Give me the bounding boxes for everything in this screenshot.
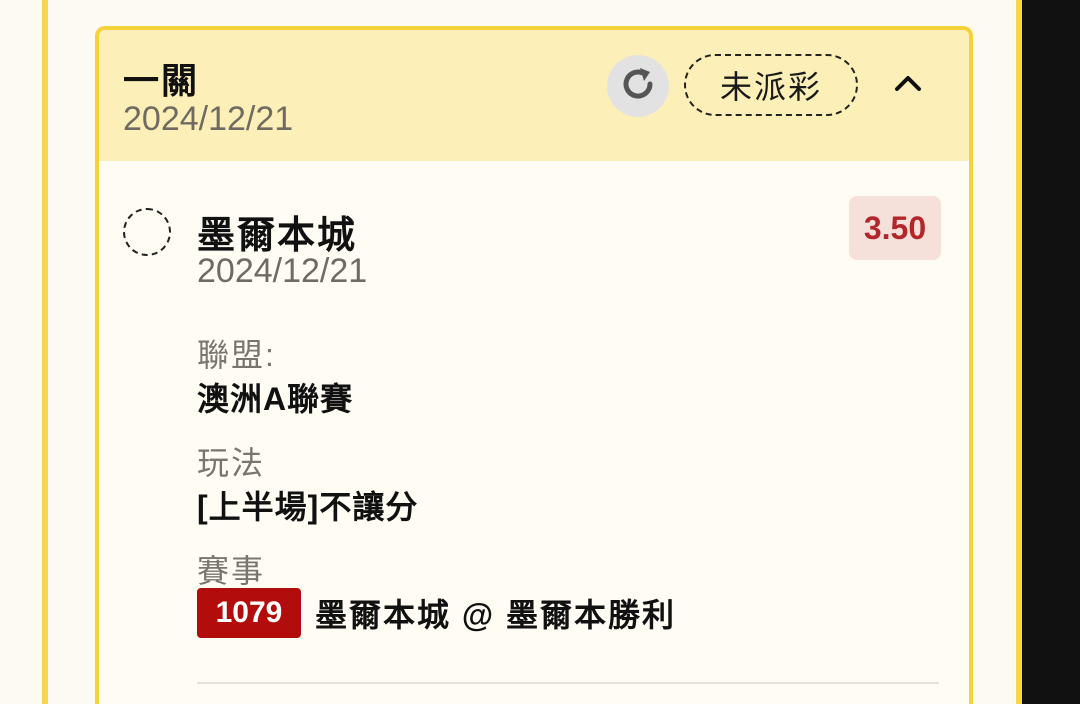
screen-edge (1022, 0, 1080, 704)
selection-status-circle (123, 208, 171, 256)
divider (197, 682, 939, 684)
bet-date: 2024/12/21 (123, 100, 294, 138)
play-type-label: 玩法 (197, 445, 266, 481)
match-teams: 墨爾本城 @ 墨爾本勝利 (315, 597, 676, 633)
bet-card: 一關 2024/12/21 未派彩 墨爾本城 2024/12/21 3.50 聯… (95, 26, 973, 704)
outer-frame-border-left (42, 0, 48, 704)
match-id-badge: 1079 (197, 588, 301, 638)
collapse-button[interactable] (889, 66, 927, 104)
refresh-icon (616, 62, 660, 111)
bet-card-header[interactable]: 一關 2024/12/21 未派彩 (99, 30, 969, 161)
play-type-value: [上半場]不讓分 (197, 489, 419, 525)
bet-type-title: 一關 (123, 60, 200, 101)
refresh-button[interactable] (607, 55, 669, 117)
odds-badge: 3.50 (849, 196, 941, 260)
league-label: 聯盟: (197, 337, 276, 373)
league-value: 澳洲A聯賽 (197, 381, 354, 417)
payout-status-badge: 未派彩 (684, 54, 858, 116)
chevron-up-icon (893, 73, 923, 98)
match-label: 賽事 (197, 553, 266, 589)
selection-date: 2024/12/21 (197, 252, 368, 290)
outer-frame-left (0, 0, 44, 704)
page: 一關 2024/12/21 未派彩 墨爾本城 2024/12/21 3.50 聯… (0, 0, 1080, 704)
match-row: 1079 墨爾本城 @ 墨爾本勝利 (197, 588, 676, 638)
selection-team-name: 墨爾本城 (197, 215, 358, 257)
